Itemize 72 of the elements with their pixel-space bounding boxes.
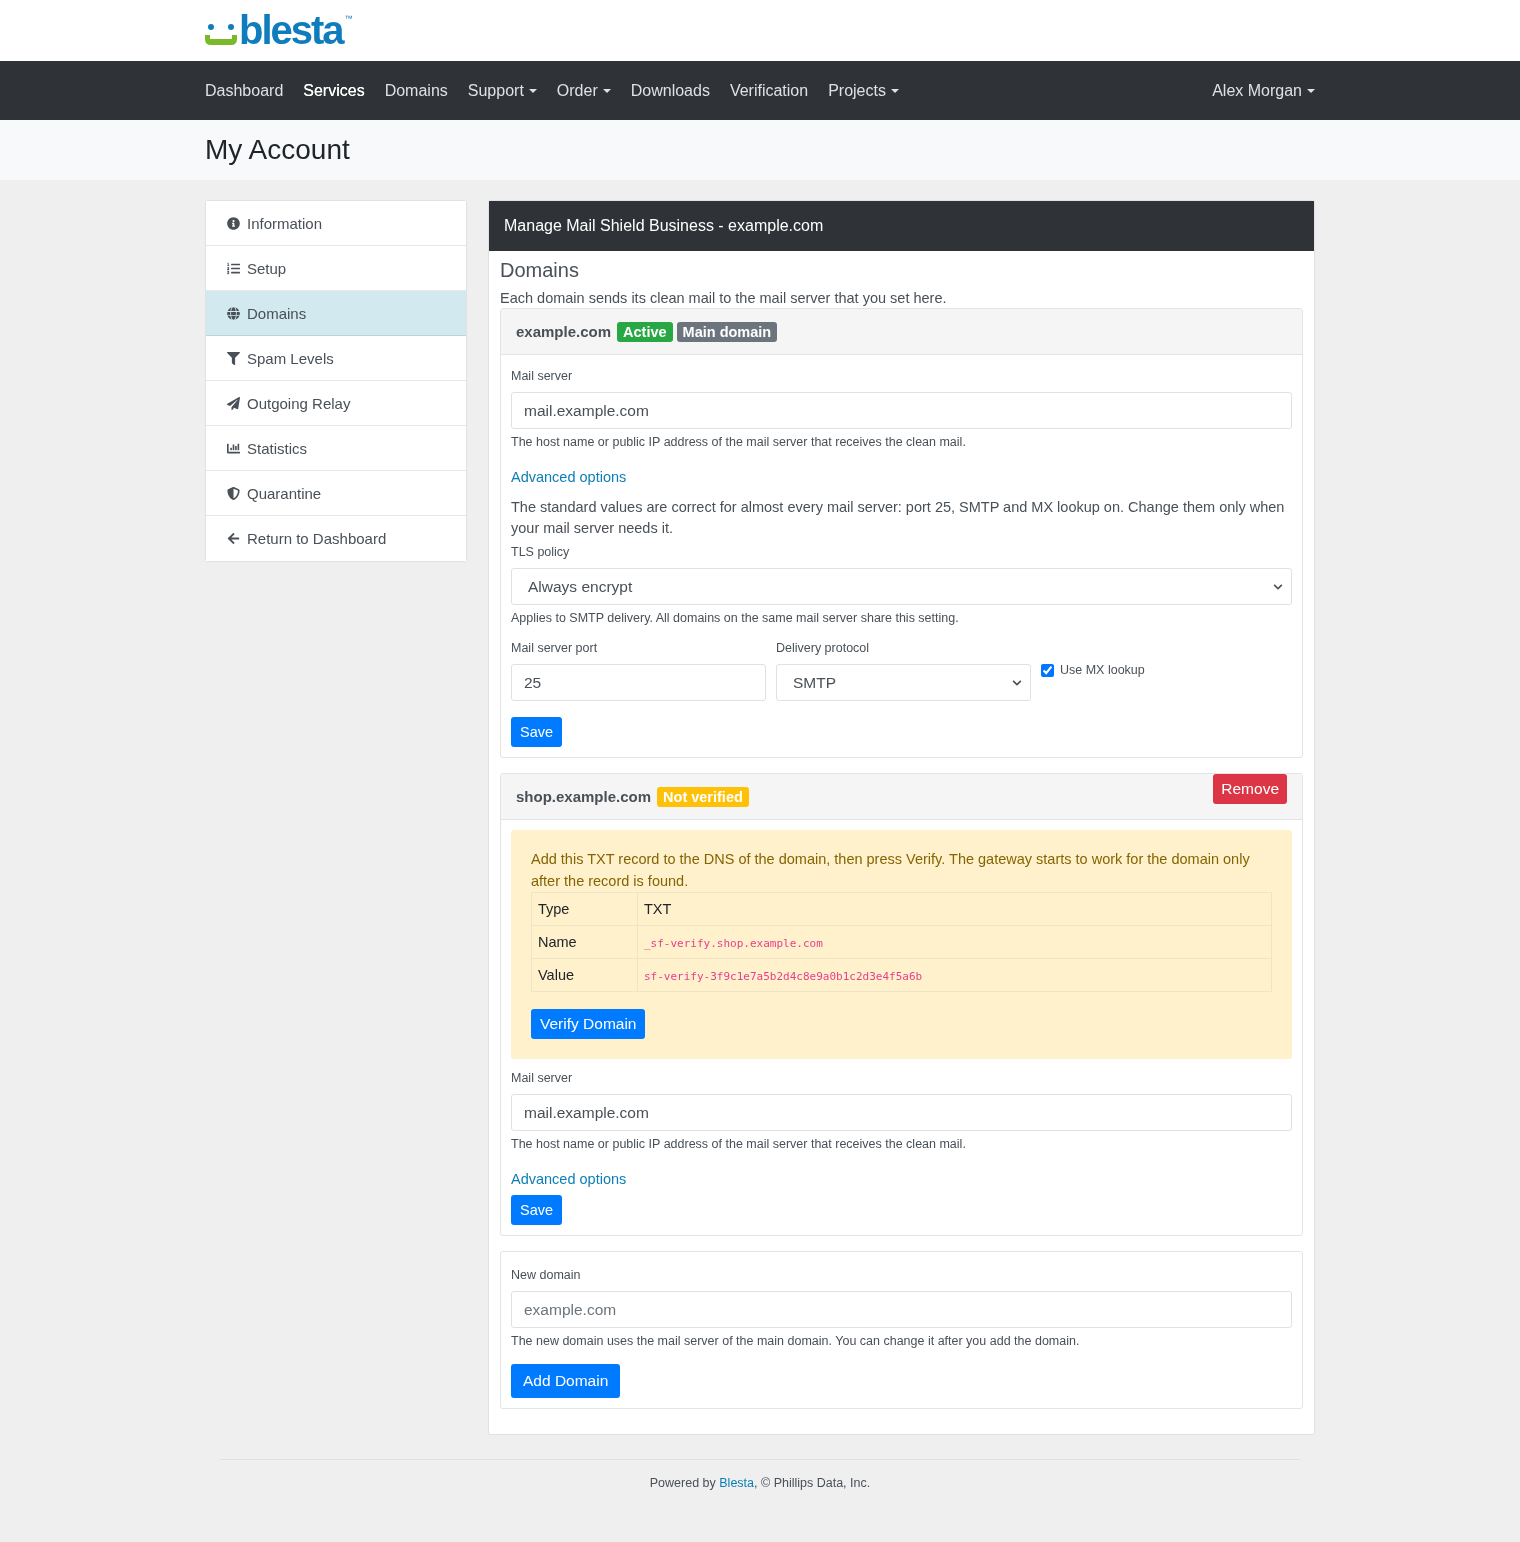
advanced-options-link[interactable]: Advanced options — [511, 1171, 1292, 1187]
tls-policy-select[interactable]: Always encrypt — [511, 568, 1292, 605]
trademark: ™ — [344, 14, 353, 23]
caret-icon — [890, 88, 899, 93]
info-icon — [227, 216, 240, 230]
field-label: Mail server port — [511, 641, 599, 655]
footer-text: Powered by Blesta, © Phillips Data, Inc. — [649, 1476, 871, 1490]
help-text: Applies to SMTP delivery. All domains on the same mail server share this setting. — [511, 611, 960, 625]
field-label: Mail server — [511, 369, 574, 383]
page-title: My Account — [205, 133, 351, 167]
status-badge: Active — [617, 321, 673, 342]
nav-link[interactable]: Order — [556, 81, 611, 100]
record-label: Name — [531, 925, 638, 959]
shield-icon — [227, 486, 240, 500]
record-value: _sf-verify.shop.example.com — [644, 937, 823, 950]
nav-link[interactable]: Domains — [384, 81, 448, 100]
verify-domain-button[interactable]: Verify Domain — [531, 1009, 646, 1039]
nav-link[interactable]: Downloads — [630, 81, 710, 100]
domain-name: example.com — [516, 323, 612, 340]
field-label: Mail server — [511, 1071, 574, 1085]
nav-link[interactable]: Dashboard — [205, 81, 284, 100]
status-badge: Main domain — [676, 321, 778, 342]
list-icon — [227, 261, 240, 275]
caret-icon — [528, 88, 537, 93]
domain-name: shop.example.com — [516, 788, 652, 805]
save-button[interactable]: Save — [511, 1195, 563, 1225]
notice-text: Add this TXT record to the DNS of the domain, then press Verify. The gateway starts to work for the domain only after the record is found. — [531, 850, 1251, 891]
mx-lookup-label[interactable]: Use MX lookup — [1041, 663, 1145, 677]
panel-title: Manage Mail Shield Business - example.com — [489, 201, 1314, 251]
record-value: sf-verify-3f9c1e7a5b2d4c8e9a0b1c2d3e4f5a6b — [644, 970, 923, 983]
record-label: Value — [531, 958, 638, 992]
field-label: TLS policy — [511, 545, 571, 559]
blesta-link[interactable]: Blesta — [719, 1476, 754, 1490]
logo-text[interactable]: blesta — [239, 13, 343, 47]
sidebar-item[interactable]: Domains — [206, 291, 466, 336]
chevron-icon — [1273, 581, 1283, 592]
advanced-text: The standard values are correct for almost every mail server: port 25, SMTP and MX lookup on. Change them only when your mail server needs it. — [511, 498, 1286, 538]
help-text: The new domain uses the mail server of the main domain. You can change it after you add the domain. — [511, 1334, 1081, 1348]
bar-chart-icon — [227, 441, 240, 455]
help-text: The host name or public IP address of the mail server that receives the clean mail. — [511, 435, 967, 449]
record-value: TXT — [637, 892, 1272, 926]
status-badge: Not verified — [657, 786, 749, 807]
nav-link[interactable]: Projects — [828, 81, 899, 100]
advanced-options-link[interactable]: Advanced options — [511, 469, 1292, 485]
sidebar-item[interactable]: Information — [206, 201, 466, 246]
globe-icon — [227, 306, 240, 320]
arrow-left-icon — [227, 532, 240, 545]
mail-server-field[interactable]: mail.example.com — [511, 392, 1292, 429]
chevron-icon — [1012, 677, 1022, 688]
port-field[interactable]: 25 — [511, 664, 766, 701]
record-label: Type — [531, 892, 638, 926]
nav-link[interactable]: Support — [467, 81, 537, 100]
caret-icon — [602, 88, 611, 93]
new-domain-field[interactable]: example.com — [511, 1291, 1292, 1328]
mail-server-field[interactable]: mail.example.com — [511, 1094, 1292, 1131]
caret-icon — [1307, 88, 1315, 93]
smiley-logo-icon — [205, 21, 237, 47]
intro-text: Each domain sends its clean mail to the mail server that you set here. — [500, 290, 948, 306]
save-button[interactable]: Save — [511, 717, 563, 747]
paper-plane-icon — [227, 396, 240, 410]
filter-icon — [227, 351, 240, 365]
protocol-select[interactable]: SMTP — [776, 664, 1031, 701]
field-label: Delivery protocol — [776, 641, 871, 655]
add-domain-button[interactable]: Add Domain — [511, 1364, 621, 1398]
mx-lookup-checkbox[interactable] — [1041, 663, 1054, 677]
nav-link[interactable]: Verification — [729, 81, 809, 100]
user-menu[interactable]: Alex Morgan — [1212, 81, 1315, 100]
remove-button[interactable]: Remove — [1213, 774, 1287, 804]
help-text: The host name or public IP address of the mail server that receives the clean mail. — [511, 1137, 967, 1151]
nav-link[interactable]: Services — [303, 81, 365, 100]
field-label: New domain — [511, 1268, 582, 1282]
section-heading: Domains — [500, 259, 580, 282]
